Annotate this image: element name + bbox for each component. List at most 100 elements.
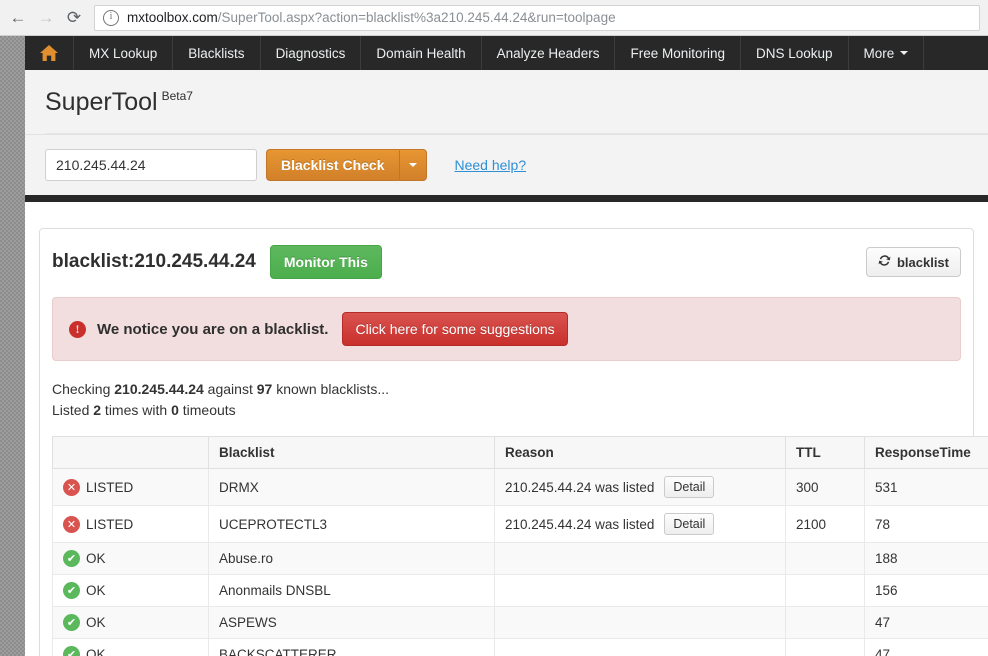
nav-label: Blacklists bbox=[188, 45, 245, 61]
nav-item-blacklists[interactable]: Blacklists bbox=[173, 36, 261, 70]
blacklist-alert: ! We notice you are on a blacklist. Clic… bbox=[52, 297, 961, 361]
suggestions-button[interactable]: Click here for some suggestions bbox=[342, 312, 568, 346]
col-header-blacklist[interactable]: Blacklist bbox=[208, 436, 495, 469]
status-label: OK bbox=[86, 615, 106, 630]
checking-line: Checking 210.245.44.24 against 97 known … bbox=[52, 381, 961, 397]
nav-item-more[interactable]: More bbox=[849, 36, 925, 70]
section-divider bbox=[25, 195, 988, 202]
blacklist-results-table: Blacklist Reason TTL ResponseTime ✕ LISTE… bbox=[52, 436, 988, 656]
back-icon[interactable]: ← bbox=[4, 4, 32, 32]
status-badge: ✕ LISTED bbox=[63, 515, 198, 533]
url-host: mxtoolbox.com bbox=[127, 10, 218, 25]
col-header-response-time[interactable]: ResponseTime bbox=[864, 436, 988, 469]
listed-timeouts: 0 bbox=[171, 402, 179, 418]
search-input[interactable] bbox=[45, 149, 257, 181]
cell-response-time: 78 bbox=[864, 505, 988, 543]
detail-button[interactable]: Detail bbox=[664, 476, 715, 498]
refresh-label: blacklist bbox=[896, 254, 949, 270]
refresh-blacklist-button[interactable]: blacklist bbox=[865, 247, 961, 277]
nav-label: Free Monitoring bbox=[630, 45, 725, 61]
nav-item-dns-lookup[interactable]: DNS Lookup bbox=[741, 36, 849, 70]
cell-status: ✕ LISTED bbox=[52, 468, 209, 506]
checking-prefix: Checking bbox=[52, 381, 115, 397]
col-header-reason[interactable]: Reason bbox=[494, 436, 786, 469]
table-row: ✕ LISTED UCEPROTECTL3 210.245.44.24 was lis… bbox=[52, 505, 988, 543]
cell-blacklist-name: Abuse.ro bbox=[208, 542, 495, 575]
page-content: MX Lookup Blacklists Diagnostics Domain … bbox=[25, 36, 988, 656]
cell-reason bbox=[494, 606, 786, 639]
results-wrapper: blacklist:210.245.44.24 Monitor This bla… bbox=[25, 202, 988, 656]
nav-home[interactable] bbox=[25, 36, 74, 70]
cell-status: ✔ OK bbox=[52, 606, 209, 639]
address-bar[interactable]: i mxtoolbox.com/SuperTool.aspx?action=bla… bbox=[94, 4, 980, 31]
cell-blacklist-name: Anonmails DNSBL bbox=[208, 574, 495, 607]
detail-button[interactable]: Detail bbox=[664, 513, 715, 535]
cell-blacklist-name: ASPEWS bbox=[208, 606, 495, 639]
cell-blacklist-name: BACKSCATTERER bbox=[208, 638, 495, 656]
chevron-down-icon bbox=[408, 163, 417, 167]
reason-text: 210.245.44.24 was listed bbox=[505, 516, 655, 532]
page-title: SuperTool bbox=[45, 88, 158, 116]
cell-status: ✔ OK bbox=[52, 542, 209, 575]
cell-blacklist-name: UCEPROTECTL3 bbox=[208, 505, 495, 543]
page-viewport: MX Lookup Blacklists Diagnostics Domain … bbox=[0, 36, 988, 656]
cell-response-time: 47 bbox=[864, 606, 988, 639]
table-row: ✕ LISTED DRMX 210.245.44.24 was listed Detai… bbox=[52, 468, 988, 506]
table-head: Blacklist Reason TTL ResponseTime bbox=[52, 436, 988, 469]
blacklist-check-dropdown-button[interactable] bbox=[398, 149, 427, 181]
reason-content: 210.245.44.24 was listed Detail bbox=[505, 513, 775, 535]
results-header: blacklist:210.245.44.24 Monitor This bla… bbox=[52, 245, 961, 297]
status-label: LISTED bbox=[86, 516, 134, 532]
cell-ttl bbox=[785, 542, 865, 575]
monitor-this-button[interactable]: Monitor This bbox=[269, 245, 382, 279]
blacklist-check-button[interactable]: Blacklist Check bbox=[266, 149, 399, 181]
info-icon[interactable]: i bbox=[103, 9, 119, 26]
status-badge: ✔ OK bbox=[63, 614, 198, 631]
results-panel: blacklist:210.245.44.24 Monitor This bla… bbox=[39, 228, 988, 656]
need-help-link[interactable]: Need help? bbox=[455, 157, 527, 173]
nav-label: Diagnostics bbox=[275, 45, 346, 61]
status-badge: ✔ OK bbox=[63, 582, 198, 599]
success-check-icon: ✔ bbox=[63, 550, 80, 567]
checking-suffix: known blacklists... bbox=[272, 381, 390, 397]
listed-mid: times with bbox=[101, 402, 172, 418]
header-divider bbox=[45, 133, 988, 134]
cell-status: ✕ LISTED bbox=[52, 505, 209, 543]
result-title: blacklist:210.245.44.24 bbox=[52, 251, 256, 272]
cell-ttl bbox=[785, 606, 865, 639]
success-check-icon: ✔ bbox=[63, 614, 80, 631]
reason-text: 210.245.44.24 was listed bbox=[505, 479, 655, 495]
col-header-ttl[interactable]: TTL bbox=[785, 436, 865, 469]
table-row: ✔ OK BACKSCATTERER 47 bbox=[52, 638, 988, 656]
status-label: OK bbox=[86, 551, 106, 566]
nav-item-domain-health[interactable]: Domain Health bbox=[361, 36, 482, 70]
checking-mid: against bbox=[203, 381, 257, 397]
checking-count: 97 bbox=[256, 381, 273, 397]
search-band: Blacklist Check Need help? bbox=[25, 135, 988, 195]
table-body: ✕ LISTED DRMX 210.245.44.24 was listed Detai… bbox=[52, 468, 988, 656]
status-label: OK bbox=[86, 647, 106, 656]
nav-label: Domain Health bbox=[376, 45, 466, 61]
reload-icon[interactable]: ⟳ bbox=[60, 4, 88, 32]
forward-icon[interactable]: → bbox=[32, 4, 60, 32]
nav-label: DNS Lookup bbox=[756, 45, 833, 61]
status-badge: ✔ OK bbox=[63, 646, 198, 656]
browser-toolbar: ← → ⟳ i mxtoolbox.com/SuperTool.aspx?acti… bbox=[0, 0, 988, 36]
cell-status: ✔ OK bbox=[52, 574, 209, 607]
error-cross-icon: ✕ bbox=[63, 515, 80, 533]
cell-blacklist-name: DRMX bbox=[208, 468, 495, 506]
nav-item-analyze-headers[interactable]: Analyze Headers bbox=[482, 36, 616, 70]
nav-item-mx-lookup[interactable]: MX Lookup bbox=[74, 36, 174, 70]
nav-item-free-monitoring[interactable]: Free Monitoring bbox=[615, 36, 741, 70]
beta-badge: Beta7 bbox=[161, 89, 193, 103]
cell-response-time: 156 bbox=[864, 574, 988, 607]
status-badge: ✕ LISTED bbox=[63, 478, 198, 496]
success-check-icon: ✔ bbox=[63, 582, 80, 599]
cell-ttl: 2100 bbox=[785, 505, 865, 543]
nav-item-diagnostics[interactable]: Diagnostics bbox=[261, 36, 362, 70]
reason-content: 210.245.44.24 was listed Detail bbox=[505, 476, 775, 498]
nav-label: More bbox=[863, 45, 895, 61]
table-row: ✔ OK ASPEWS 47 bbox=[52, 606, 988, 639]
cell-reason: 210.245.44.24 was listed Detail bbox=[494, 468, 786, 506]
listed-suffix: timeouts bbox=[178, 402, 236, 418]
